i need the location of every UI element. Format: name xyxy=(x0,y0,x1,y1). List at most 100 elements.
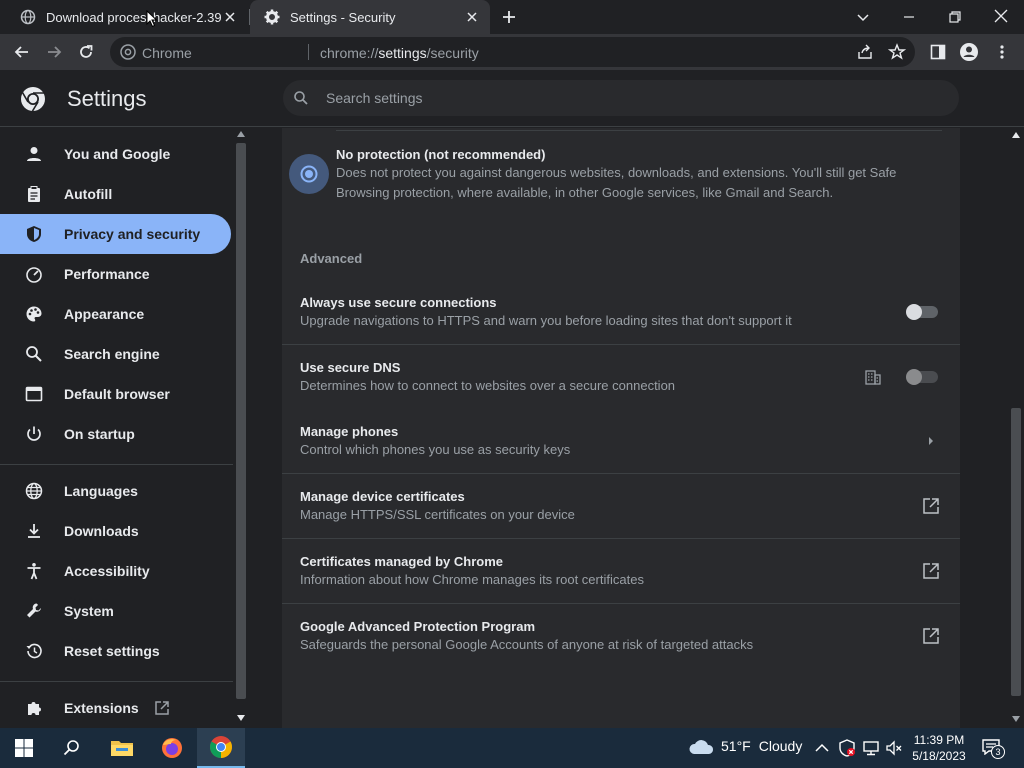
system-clock[interactable]: 11:39 PM 5/18/2023 xyxy=(904,732,974,764)
sidebar-item-autofill[interactable]: Autofill xyxy=(0,174,231,214)
bookmark-star-icon[interactable] xyxy=(888,43,906,61)
url-scheme: chrome:// xyxy=(320,45,379,61)
sidebar-item-label: Reset settings xyxy=(64,643,160,659)
close-icon[interactable] xyxy=(464,9,480,25)
setting-row-desc: Manage HTTPS/SSL certificates on your de… xyxy=(300,507,575,522)
browser-icon xyxy=(24,384,44,404)
sidebar-scrollbar-thumb[interactable] xyxy=(236,143,246,699)
kebab-menu-icon[interactable] xyxy=(990,40,1014,64)
open-in-new-icon[interactable] xyxy=(921,561,941,581)
sidebar-item-label: Languages xyxy=(64,483,138,499)
sidebar-item-privacy-and-security[interactable]: Privacy and security xyxy=(0,214,231,254)
sidebar-item-downloads[interactable]: Downloads xyxy=(0,511,231,551)
share-icon[interactable] xyxy=(856,43,874,61)
security-shield-icon[interactable] xyxy=(838,739,856,757)
start-button[interactable] xyxy=(0,728,48,768)
sidebar-item-appearance[interactable]: Appearance xyxy=(0,294,231,334)
gear-icon xyxy=(264,9,280,25)
setting-row-desc: Upgrade navigations to HTTPS and warn yo… xyxy=(300,313,792,328)
sidebar-divider xyxy=(0,464,233,465)
url-path: settings xyxy=(378,45,427,61)
network-icon[interactable] xyxy=(862,739,880,757)
weather-widget[interactable]: 51°F Cloudy xyxy=(688,737,802,755)
sidebar-item-reset-settings[interactable]: Reset settings xyxy=(0,631,231,671)
notification-center-button[interactable]: 3 xyxy=(982,737,1006,759)
sidebar-item-on-startup[interactable]: On startup xyxy=(0,414,231,454)
sidebar-item-label: Autofill xyxy=(64,186,113,202)
scroll-up-arrow-icon[interactable] xyxy=(1012,132,1020,138)
reload-button[interactable] xyxy=(74,40,98,64)
row-divider xyxy=(282,344,960,345)
wrench-icon xyxy=(24,601,44,621)
notification-badge: 3 xyxy=(991,745,1005,759)
new-tab-button[interactable] xyxy=(500,8,518,26)
sidebar-divider xyxy=(0,681,233,682)
sidebar-item-languages[interactable]: Languages xyxy=(0,471,231,511)
accessibility-icon xyxy=(24,561,44,581)
firefox-icon xyxy=(162,738,182,758)
sidebar-item-label: You and Google xyxy=(64,146,171,162)
restore-button[interactable] xyxy=(946,8,964,26)
history-icon xyxy=(24,641,44,661)
sidebar-item-default-browser[interactable]: Default browser xyxy=(0,374,231,414)
address-bar[interactable]: Chrome chrome://settings/security xyxy=(110,37,915,67)
sidebar-item-extensions[interactable]: Extensions xyxy=(0,688,231,728)
chrome-taskbar-button[interactable] xyxy=(197,728,245,768)
main-scrollbar[interactable] xyxy=(1008,128,1024,728)
tab-download[interactable]: Download processhacker-2.39-se xyxy=(6,0,248,34)
chrome-logo-icon xyxy=(20,86,46,112)
secure-dns-toggle[interactable] xyxy=(906,369,938,385)
tab-title: Download processhacker-2.39-se xyxy=(46,9,222,25)
sidebar-item-you-and-google[interactable]: You and Google xyxy=(0,134,231,174)
tab-search-chevron-icon[interactable] xyxy=(854,8,872,26)
tab-settings-security[interactable]: Settings - Security xyxy=(250,0,490,34)
no-protection-title: No protection (not recommended) xyxy=(336,147,546,162)
chevron-right-icon xyxy=(921,431,941,451)
firefox-button[interactable] xyxy=(148,728,196,768)
open-in-new-icon[interactable] xyxy=(921,496,941,516)
windows-logo-icon xyxy=(15,739,33,757)
close-icon[interactable] xyxy=(222,9,238,25)
no-protection-radio[interactable] xyxy=(289,154,329,194)
sidebar-item-search-engine[interactable]: Search engine xyxy=(0,334,231,374)
open-in-new-icon[interactable] xyxy=(921,626,941,646)
tab-title: Settings - Security xyxy=(290,9,396,25)
profile-avatar-icon[interactable] xyxy=(957,40,981,64)
volume-muted-icon[interactable] xyxy=(885,739,903,757)
windows-taskbar: 51°F Cloudy 11:39 PM 5/18/2023 3 xyxy=(0,728,1024,768)
sidebar-item-system[interactable]: System xyxy=(0,591,231,631)
setting-row-title: Manage device certificates xyxy=(300,489,465,504)
side-panel-icon[interactable] xyxy=(926,40,950,64)
search-settings-box[interactable]: Search settings xyxy=(283,80,959,116)
main-scrollbar-thumb[interactable] xyxy=(1011,408,1021,696)
clock-date: 5/18/2023 xyxy=(912,749,966,763)
scroll-down-arrow-icon[interactable] xyxy=(237,715,245,721)
sidebar-item-label: Extensions xyxy=(64,700,139,716)
sidebar-item-accessibility[interactable]: Accessibility xyxy=(0,551,231,591)
setting-row-title: Manage phones xyxy=(300,424,399,439)
scroll-down-arrow-icon[interactable] xyxy=(1012,716,1020,722)
back-button[interactable] xyxy=(10,40,34,64)
cloud-icon xyxy=(689,740,714,754)
radio-selected-icon xyxy=(300,165,318,183)
taskbar-search-button[interactable] xyxy=(48,728,96,768)
globe-icon xyxy=(20,9,36,25)
search-input[interactable]: Search settings xyxy=(326,90,423,106)
file-explorer-button[interactable] xyxy=(98,728,146,768)
palette-icon xyxy=(24,304,44,324)
scroll-up-arrow-icon[interactable] xyxy=(237,131,245,137)
window-close-button[interactable] xyxy=(992,7,1010,25)
forward-button[interactable] xyxy=(42,40,66,64)
speedometer-icon xyxy=(24,264,44,284)
row-divider xyxy=(282,473,960,474)
sidebar-scrollbar[interactable] xyxy=(233,128,249,728)
minimize-button[interactable] xyxy=(900,8,918,26)
sidebar-item-performance[interactable]: Performance xyxy=(0,254,231,294)
search-icon xyxy=(63,740,79,756)
omnibox-divider xyxy=(308,44,309,60)
chevron-up-icon[interactable] xyxy=(814,740,830,756)
sidebar-item-label: Default browser xyxy=(64,386,170,402)
secure-connections-toggle[interactable] xyxy=(906,304,938,320)
row-divider xyxy=(282,603,960,604)
weather-condition: Cloudy xyxy=(758,738,803,754)
